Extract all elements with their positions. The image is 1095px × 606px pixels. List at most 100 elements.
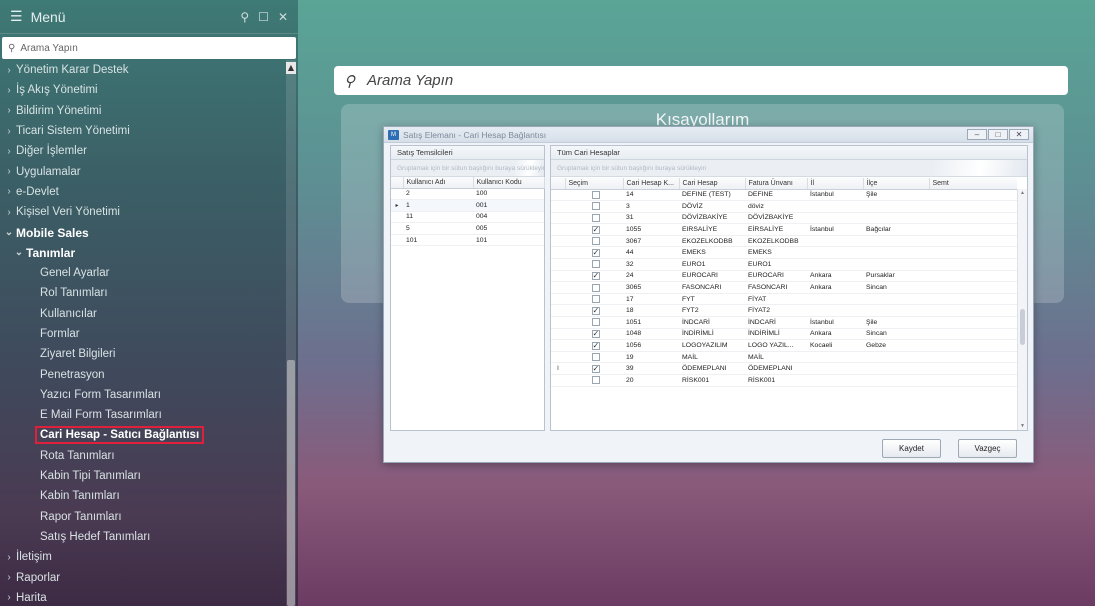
sidebar-item[interactable]: › Raporlar <box>0 567 284 587</box>
table-row[interactable]: 32 EURO1 EURO1 <box>551 258 1017 271</box>
table-row[interactable]: 19 MAİL MAİL <box>551 351 1017 364</box>
sidebar-scrollbar-thumb[interactable] <box>287 360 295 606</box>
table-row[interactable]: ✓ 1055 EIRSALİYE EİRSALİYE İstanbul Bağcılar <box>551 223 1017 236</box>
sidebar-scrollbar[interactable]: ▲ <box>286 60 296 606</box>
table-row[interactable]: I ✓ 39 ÖDEMEPLANI ÖDEMEPLANI <box>551 362 1017 375</box>
checkbox-checked[interactable]: ✓ <box>591 306 600 315</box>
sidebar-item[interactable]: › Diğer İşlemler <box>0 141 284 161</box>
scroll-up-icon[interactable]: ▲ <box>1018 190 1027 196</box>
accounts-grid-scrollbar-thumb[interactable] <box>1020 309 1025 345</box>
table-row[interactable]: ✓ 24 EUROCARI EUROCARI Ankara Pursaklar <box>551 270 1017 283</box>
sidebar-item[interactable]: › Bildirim Yönetimi <box>0 101 284 121</box>
column-header[interactable]: İl <box>807 178 864 190</box>
table-row[interactable]: 17 FYT FİYAT <box>551 293 1017 306</box>
column-header[interactable]: Fatura Ünvanı <box>745 178 808 190</box>
sidebar-item[interactable]: Genel Ayarlar <box>0 263 284 283</box>
table-row[interactable]: ✓ 44 EMEKS EMEKS <box>551 246 1017 260</box>
table-cell: Ankara <box>807 270 863 283</box>
sidebar-item[interactable]: Rapor Tanımları <box>0 507 284 527</box>
sidebar-item[interactable]: › Kişisel Veri Yönetimi <box>0 202 284 222</box>
checkbox-unchecked[interactable] <box>591 260 600 269</box>
column-header[interactable]: Semt <box>929 178 1017 190</box>
sidebar-item[interactable]: E Mail Form Tasarımları <box>0 405 284 425</box>
table-row[interactable]: 3067 EKOZELKODBB EKOZELKODBB <box>551 235 1017 248</box>
sidebar-item[interactable]: › Ticari Sistem Yönetimi <box>0 121 284 141</box>
sidebar-item[interactable]: Kabin Tipi Tanımları <box>0 466 284 486</box>
column-header[interactable]: Kullanıcı Kodu <box>473 177 545 189</box>
checkbox-unchecked[interactable] <box>591 318 600 327</box>
pin-icon[interactable]: ⚲ <box>240 10 249 24</box>
table-row[interactable]: ▸ 1 001 <box>391 199 544 212</box>
table-row[interactable]: 3 DÖVİZ döviz <box>551 200 1017 213</box>
table-row[interactable]: ✓ 18 FYT2 FİYAT2 <box>551 304 1017 318</box>
table-row[interactable]: 1051 İNDCARİ İNDCARİ İstanbul Şile <box>551 316 1017 329</box>
sidebar-item[interactable]: Kullanıcılar <box>0 304 284 324</box>
checkbox-checked[interactable]: ✓ <box>591 225 600 234</box>
scroll-down-icon[interactable]: ▼ <box>1018 423 1027 429</box>
table-row[interactable]: 11 004 <box>391 211 544 224</box>
table-cell: DEFINE (TEST) <box>679 189 745 202</box>
checkbox-unchecked[interactable] <box>591 202 600 211</box>
sidebar-item[interactable]: Kabin Tanımları <box>0 486 284 506</box>
sidebar-item[interactable]: ⌄ Tanımlar <box>0 243 284 263</box>
table-row[interactable]: ✓ 1048 İNDİRİMLİ İNDİRİMLİ Ankara Sincan <box>551 328 1017 341</box>
sidebar-item[interactable]: ⌄ Mobile Sales <box>0 222 284 242</box>
sidebar-item[interactable]: Satış Hedef Tanımları <box>0 527 284 547</box>
minimize-icon[interactable]: – <box>967 129 987 140</box>
checkbox-unchecked[interactable] <box>591 376 600 385</box>
sidebar-item[interactable]: Ziyaret Bilgileri <box>0 344 284 364</box>
table-row[interactable]: 101 101 <box>391 234 544 247</box>
checkbox-checked[interactable]: ✓ <box>591 364 600 373</box>
column-header[interactable]: Cari Hesap K... <box>623 178 680 190</box>
sidebar-item[interactable]: › Yönetim Karar Destek <box>0 60 284 80</box>
table-row[interactable]: 2 100 <box>391 188 544 201</box>
table-row[interactable]: 5 005 <box>391 222 544 235</box>
main-search-input[interactable]: ⚲ Arama Yapın <box>334 66 1068 95</box>
sidebar-item[interactable]: › Harita <box>0 588 284 606</box>
checkbox-checked[interactable]: ✓ <box>591 271 600 280</box>
sidebar-item[interactable]: Penetrasyon <box>0 364 284 384</box>
sidebar-item[interactable]: Formlar <box>0 324 284 344</box>
checkbox-unchecked[interactable] <box>591 295 600 304</box>
maximize-icon[interactable]: ☐ <box>258 10 269 24</box>
sidebar-item[interactable]: › Uygulamalar <box>0 161 284 181</box>
table-row[interactable]: 14 DEFINE (TEST) DEFINE İstanbul Şile <box>551 189 1017 202</box>
cancel-button[interactable]: Vazgeç <box>958 439 1017 458</box>
checkbox-unchecked[interactable] <box>591 213 600 222</box>
sidebar-item[interactable]: › İletişim <box>0 547 284 567</box>
scroll-up-icon[interactable]: ▲ <box>286 62 296 74</box>
checkbox-unchecked[interactable] <box>591 190 600 199</box>
table-row[interactable]: 3065 FASONCARI FASONCARI Ankara Sincan <box>551 281 1017 294</box>
column-header[interactable]: Kullanıcı Adı <box>403 177 474 189</box>
table-row[interactable]: ✓ 1056 LOGOYAZILIM LOGO YAZIL... Kocaeli Gebz… <box>551 339 1017 352</box>
column-header[interactable]: İlçe <box>863 178 930 190</box>
dialog-titlebar[interactable]: M Satış Elemanı - Cari Hesap Bağlantısı … <box>384 127 1033 143</box>
checkbox-unchecked[interactable] <box>591 283 600 292</box>
checkbox-unchecked[interactable] <box>591 237 600 246</box>
sidebar-item[interactable]: Rol Tanımları <box>0 283 284 303</box>
hamburger-icon[interactable]: ☰ <box>10 8 23 25</box>
group-by-hint[interactable]: Gruplamak için bir sütun başlığını buray… <box>391 160 544 177</box>
table-cell: FİYAT2 <box>745 304 807 318</box>
sidebar-search-input[interactable]: ⚲ Arama Yapın <box>2 37 296 59</box>
group-by-hint[interactable]: Gruplamak için bir sütun başlığını buray… <box>551 160 1027 177</box>
checkbox-checked[interactable]: ✓ <box>591 329 600 338</box>
sidebar-item[interactable]: Cari Hesap - Satıcı Bağlantısı <box>0 425 284 445</box>
close-icon[interactable]: ✕ <box>278 10 288 24</box>
sidebar-item[interactable]: › e-Devlet <box>0 182 284 202</box>
column-header[interactable]: Seçim <box>565 178 624 190</box>
sidebar-item[interactable]: Yazıcı Form Tasarımları <box>0 385 284 405</box>
sidebar-item[interactable]: Rota Tanımları <box>0 446 284 466</box>
checkbox-checked[interactable]: ✓ <box>591 248 600 257</box>
save-button[interactable]: Kaydet <box>882 439 941 458</box>
table-row[interactable]: 31 DÖVİZBAKİYE DÖVİZBAKİYE <box>551 212 1017 225</box>
column-header[interactable]: Cari Hesap <box>679 178 746 190</box>
checkbox-checked[interactable]: ✓ <box>591 341 600 350</box>
table-row[interactable]: 20 RİSK001 RİSK001 <box>551 374 1017 387</box>
table-cell: Bağcılar <box>863 223 929 236</box>
accounts-grid-scrollbar[interactable]: ▲ ▼ <box>1017 189 1027 430</box>
checkbox-unchecked[interactable] <box>591 353 600 362</box>
maximize-icon[interactable]: □ <box>988 129 1008 140</box>
sidebar-item[interactable]: › İş Akış Yönetimi <box>0 80 284 100</box>
close-icon[interactable]: ✕ <box>1009 129 1029 140</box>
